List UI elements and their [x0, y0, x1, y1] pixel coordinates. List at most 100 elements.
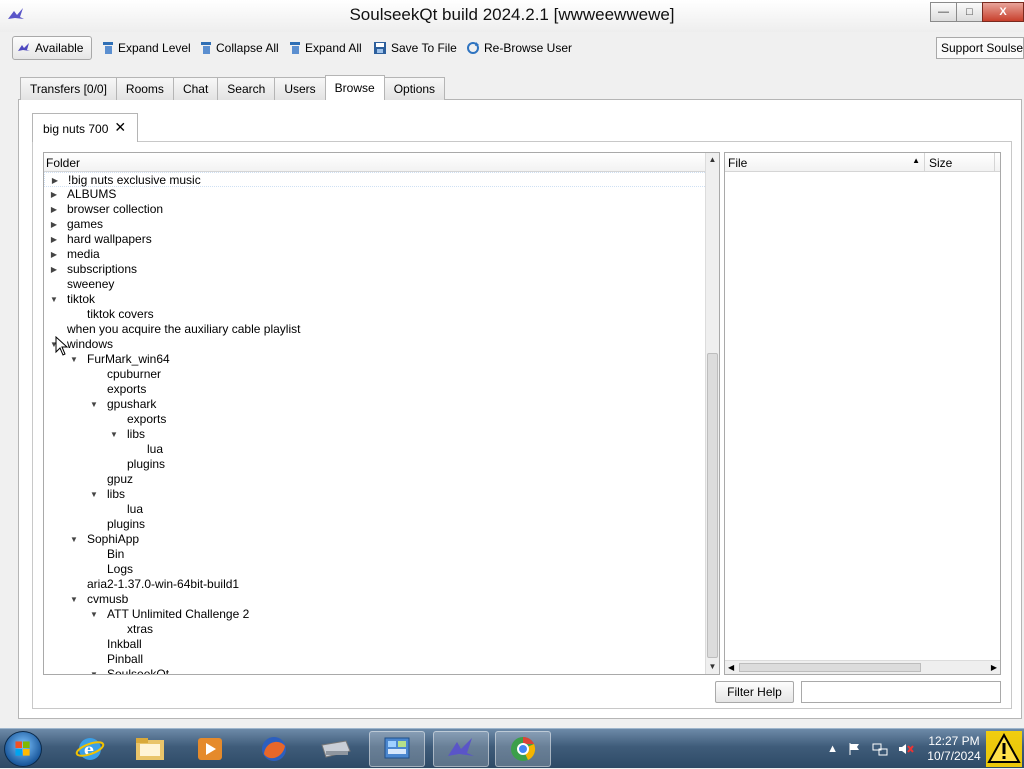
- minimize-button[interactable]: —: [930, 2, 957, 22]
- tab-browse-user[interactable]: big nuts 700 ✕: [32, 113, 138, 142]
- collapsed-arrow-icon[interactable]: ▶: [49, 187, 59, 202]
- tree-row[interactable]: ▼ cvmusb: [44, 592, 707, 607]
- scroll-down-arrow-icon[interactable]: ▼: [706, 660, 719, 674]
- tab-options[interactable]: Options: [383, 77, 446, 100]
- tree-row[interactable]: Inkball: [44, 637, 707, 652]
- tree-row[interactable]: plugins: [44, 457, 707, 472]
- start-button[interactable]: [4, 731, 42, 767]
- network-icon[interactable]: [872, 742, 888, 756]
- taskbar-internet-explorer[interactable]: e: [62, 731, 118, 767]
- collapsed-arrow-icon[interactable]: ▶: [50, 173, 60, 188]
- file-column-header[interactable]: File ▲: [725, 153, 925, 171]
- tree-row[interactable]: when you acquire the auxiliary cable pla…: [44, 322, 707, 337]
- available-status-button[interactable]: Available: [12, 36, 92, 60]
- taskbar-media-player[interactable]: [182, 731, 238, 767]
- warning-icon[interactable]: [986, 731, 1022, 767]
- tree-row[interactable]: aria2-1.37.0-win-64bit-build1: [44, 577, 707, 592]
- tree-row[interactable]: tiktok covers: [44, 307, 707, 322]
- show-hidden-icons-icon[interactable]: ▲: [827, 743, 838, 755]
- expanded-arrow-icon[interactable]: ▼: [109, 427, 119, 442]
- tree-row[interactable]: ▼ ATT Unlimited Challenge 2: [44, 607, 707, 622]
- tab-rooms[interactable]: Rooms: [115, 77, 174, 100]
- taskbar-firefox[interactable]: [246, 731, 302, 767]
- tab-chat[interactable]: Chat: [172, 77, 219, 100]
- expanded-arrow-icon[interactable]: ▼: [89, 487, 99, 502]
- tree-row[interactable]: sweeney: [44, 277, 707, 292]
- tree-row[interactable]: ▼ FurMark_win64: [44, 352, 707, 367]
- tree-row[interactable]: ▶ ALBUMS: [44, 187, 707, 202]
- rebrowse-user-button[interactable]: Re-Browse User: [462, 36, 576, 60]
- collapsed-arrow-icon[interactable]: ▶: [49, 202, 59, 217]
- tree-row[interactable]: lua: [44, 442, 707, 457]
- tree-row[interactable]: ▶ !big nuts exclusive music: [44, 172, 707, 187]
- collapsed-arrow-icon[interactable]: ▶: [49, 247, 59, 262]
- close-button[interactable]: X: [982, 2, 1024, 22]
- expanded-arrow-icon[interactable]: ▼: [89, 667, 99, 674]
- scroll-left-arrow-icon[interactable]: ◀: [728, 663, 734, 672]
- tree-row[interactable]: ▶ media: [44, 247, 707, 262]
- file-list[interactable]: File ▲ Size ◀ ▶: [724, 152, 1001, 675]
- tree-row[interactable]: ▶ subscriptions: [44, 262, 707, 277]
- file-list-hscrollbar[interactable]: ◀ ▶: [725, 660, 1000, 674]
- folder-tree-scrollbar[interactable]: ▲ ▼: [705, 153, 719, 674]
- tree-row[interactable]: gpuz: [44, 472, 707, 487]
- size-column-header[interactable]: Size: [925, 153, 995, 171]
- tree-row[interactable]: ▼ libs: [44, 427, 707, 442]
- taskbar-file-explorer[interactable]: [122, 731, 178, 767]
- tab-search[interactable]: Search: [217, 77, 276, 100]
- tree-row[interactable]: xtras: [44, 622, 707, 637]
- tree-row[interactable]: ▶ hard wallpapers: [44, 232, 707, 247]
- maximize-button[interactable]: □: [956, 2, 983, 22]
- scrollbar-thumb[interactable]: [707, 353, 718, 658]
- tab-transfers[interactable]: Transfers [0/0]: [20, 77, 117, 100]
- tree-row[interactable]: ▼ gpushark: [44, 397, 707, 412]
- tree-row[interactable]: plugins: [44, 517, 707, 532]
- taskbar-chrome[interactable]: [495, 731, 551, 767]
- tree-row-label: xtras: [127, 622, 154, 636]
- filter-help-button[interactable]: Filter Help: [715, 681, 794, 703]
- tab-users[interactable]: Users: [274, 77, 326, 100]
- folder-column-header[interactable]: Folder: [44, 153, 707, 172]
- flag-icon[interactable]: [848, 742, 862, 756]
- expanded-arrow-icon[interactable]: ▼: [89, 607, 99, 622]
- scroll-right-arrow-icon[interactable]: ▶: [991, 663, 997, 672]
- tree-row[interactable]: ▼ SoulseekQt: [44, 667, 707, 674]
- tree-row[interactable]: ▼ tiktok: [44, 292, 707, 307]
- tree-row[interactable]: lua: [44, 502, 707, 517]
- expanded-arrow-icon[interactable]: ▼: [69, 532, 79, 547]
- tree-row[interactable]: cpuburner: [44, 367, 707, 382]
- tree-row[interactable]: Logs: [44, 562, 707, 577]
- collapsed-arrow-icon[interactable]: ▶: [49, 217, 59, 232]
- clock[interactable]: 12:27 PM 10/7/2024: [924, 734, 984, 764]
- volume-muted-icon[interactable]: [898, 742, 914, 756]
- expanded-arrow-icon[interactable]: ▼: [69, 592, 79, 607]
- tree-row[interactable]: ▶ games: [44, 217, 707, 232]
- expand-level-button[interactable]: Expand Level: [98, 36, 195, 60]
- expanded-arrow-icon[interactable]: ▼: [89, 397, 99, 412]
- support-soulseek-button[interactable]: Support Soulseek: [936, 37, 1024, 59]
- taskbar-control-panel[interactable]: [369, 731, 425, 767]
- tree-row[interactable]: Pinball: [44, 652, 707, 667]
- folder-tree[interactable]: Folder ▶ !big nuts exclusive music ▶ ALBUMS…: [43, 152, 720, 675]
- filter-input[interactable]: [801, 681, 1001, 703]
- collapse-all-button[interactable]: Collapse All: [196, 36, 283, 60]
- tree-row[interactable]: ▼ windows: [44, 337, 707, 352]
- tree-row[interactable]: ▶ browser collection: [44, 202, 707, 217]
- expanded-arrow-icon[interactable]: ▼: [49, 292, 59, 307]
- taskbar-drive[interactable]: [307, 731, 363, 767]
- tree-row[interactable]: ▼ SophiApp: [44, 532, 707, 547]
- tree-row[interactable]: exports: [44, 382, 707, 397]
- expand-all-button[interactable]: Expand All: [285, 36, 366, 60]
- save-to-file-button[interactable]: Save To File: [369, 36, 461, 60]
- scroll-up-arrow-icon[interactable]: ▲: [706, 153, 719, 167]
- collapsed-arrow-icon[interactable]: ▶: [49, 262, 59, 277]
- scrollbar-thumb[interactable]: [739, 663, 921, 672]
- taskbar-soulseek[interactable]: [433, 731, 489, 767]
- tree-row[interactable]: ▼ libs: [44, 487, 707, 502]
- collapsed-arrow-icon[interactable]: ▶: [49, 232, 59, 247]
- tree-row[interactable]: exports: [44, 412, 707, 427]
- tab-browse[interactable]: Browse: [324, 75, 385, 100]
- close-icon[interactable]: ✕: [114, 119, 126, 142]
- expanded-arrow-icon[interactable]: ▼: [69, 352, 79, 367]
- tree-row[interactable]: Bin: [44, 547, 707, 562]
